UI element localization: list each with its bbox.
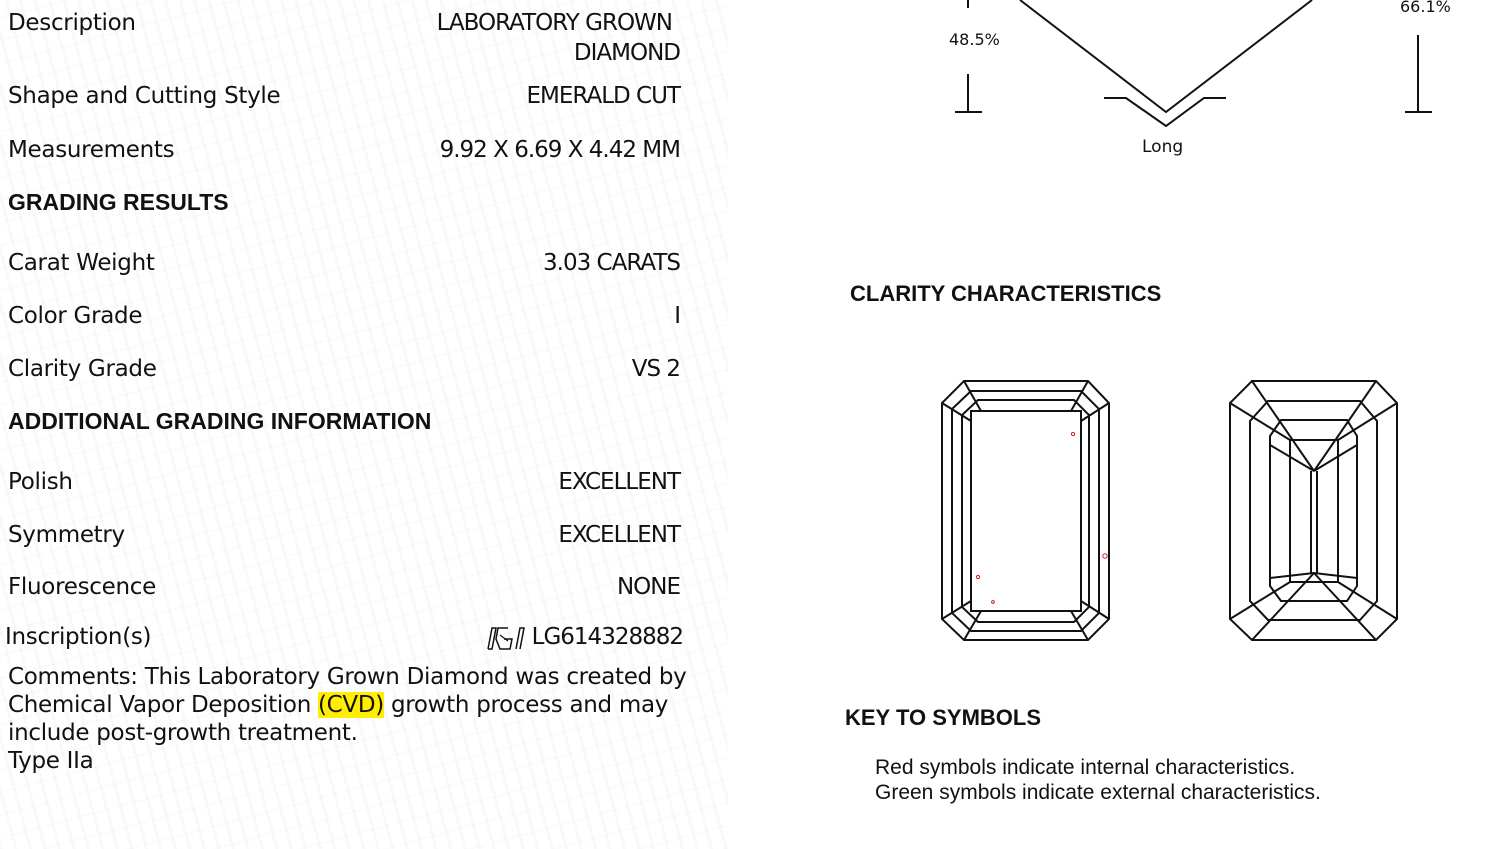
shape-label: Shape and Cutting Style — [8, 83, 281, 109]
carat-label: Carat Weight — [8, 250, 155, 276]
inscription-value: LG614328882 — [531, 624, 684, 650]
crown-view-plot — [941, 380, 1110, 641]
proportions-diagram — [955, 0, 1432, 128]
inclusion-marker — [991, 600, 995, 604]
left-percent: 48.5% — [949, 30, 1000, 49]
key-red-symbols: Red symbols indicate internal characteri… — [875, 756, 1296, 779]
table-facet — [970, 410, 1082, 612]
clarity-value: VS 2 — [631, 356, 681, 382]
polish-label: Polish — [8, 469, 73, 495]
comments-highlight: (CVD) — [317, 692, 384, 718]
pavilion-outline — [1019, 0, 1313, 114]
right-percent: 66.1% — [1400, 0, 1451, 16]
symmetry-value: EXCELLENT — [558, 522, 681, 548]
shape-value: EMERALD CUT — [526, 83, 681, 109]
igi-logo-icon — [486, 626, 525, 650]
diamond-type: Type IIa — [8, 748, 94, 774]
clarity-characteristics-heading: CLARITY CHARACTERISTICS — [850, 281, 1162, 306]
additional-heading: ADDITIONAL GRADING INFORMATION — [8, 408, 432, 434]
pavilion-view-plot — [1229, 380, 1398, 641]
comments: Comments: This Laboratory Grown Diamond … — [8, 663, 708, 775]
inscription-label: Inscription(s) — [5, 624, 152, 650]
polish-value: EXCELLENT — [558, 469, 681, 495]
view-label: Long — [1142, 137, 1184, 157]
description-value-line2: DIAMOND — [573, 40, 681, 66]
measurements-label: Measurements — [8, 137, 175, 163]
fluorescence-value: NONE — [616, 574, 681, 600]
report-details-panel: Description LABORATORY GROWN DIAMOND Sha… — [0, 0, 728, 849]
key-to-symbols-text: Red symbols indicate internal characteri… — [875, 755, 1321, 805]
measurements-value: 9.92 X 6.69 X 4.42 MM — [439, 137, 681, 163]
crown-step-2 — [961, 399, 1090, 623]
inscription-value-wrap: LG614328882 — [486, 624, 684, 651]
key-to-symbols-heading: KEY TO SYMBOLS — [845, 705, 1042, 730]
description-value-line1: LABORATORY GROWN — [436, 10, 673, 36]
crown-step-1 — [951, 390, 1100, 632]
description-label: Description — [8, 10, 136, 36]
grading-results-heading: GRADING RESULTS — [8, 189, 229, 215]
color-label: Color Grade — [8, 303, 143, 329]
key-green-symbols: Green symbols indicate external characte… — [875, 781, 1321, 804]
carat-value: 3.03 CARATS — [543, 250, 681, 276]
color-value: I — [674, 303, 681, 329]
inclusion-marker — [975, 574, 981, 580]
symmetry-label: Symmetry — [8, 522, 125, 548]
fluorescence-label: Fluorescence — [8, 574, 156, 600]
inclusion-marker — [1070, 431, 1076, 437]
inclusion-marker — [1102, 553, 1108, 559]
clarity-label: Clarity Grade — [8, 356, 157, 382]
